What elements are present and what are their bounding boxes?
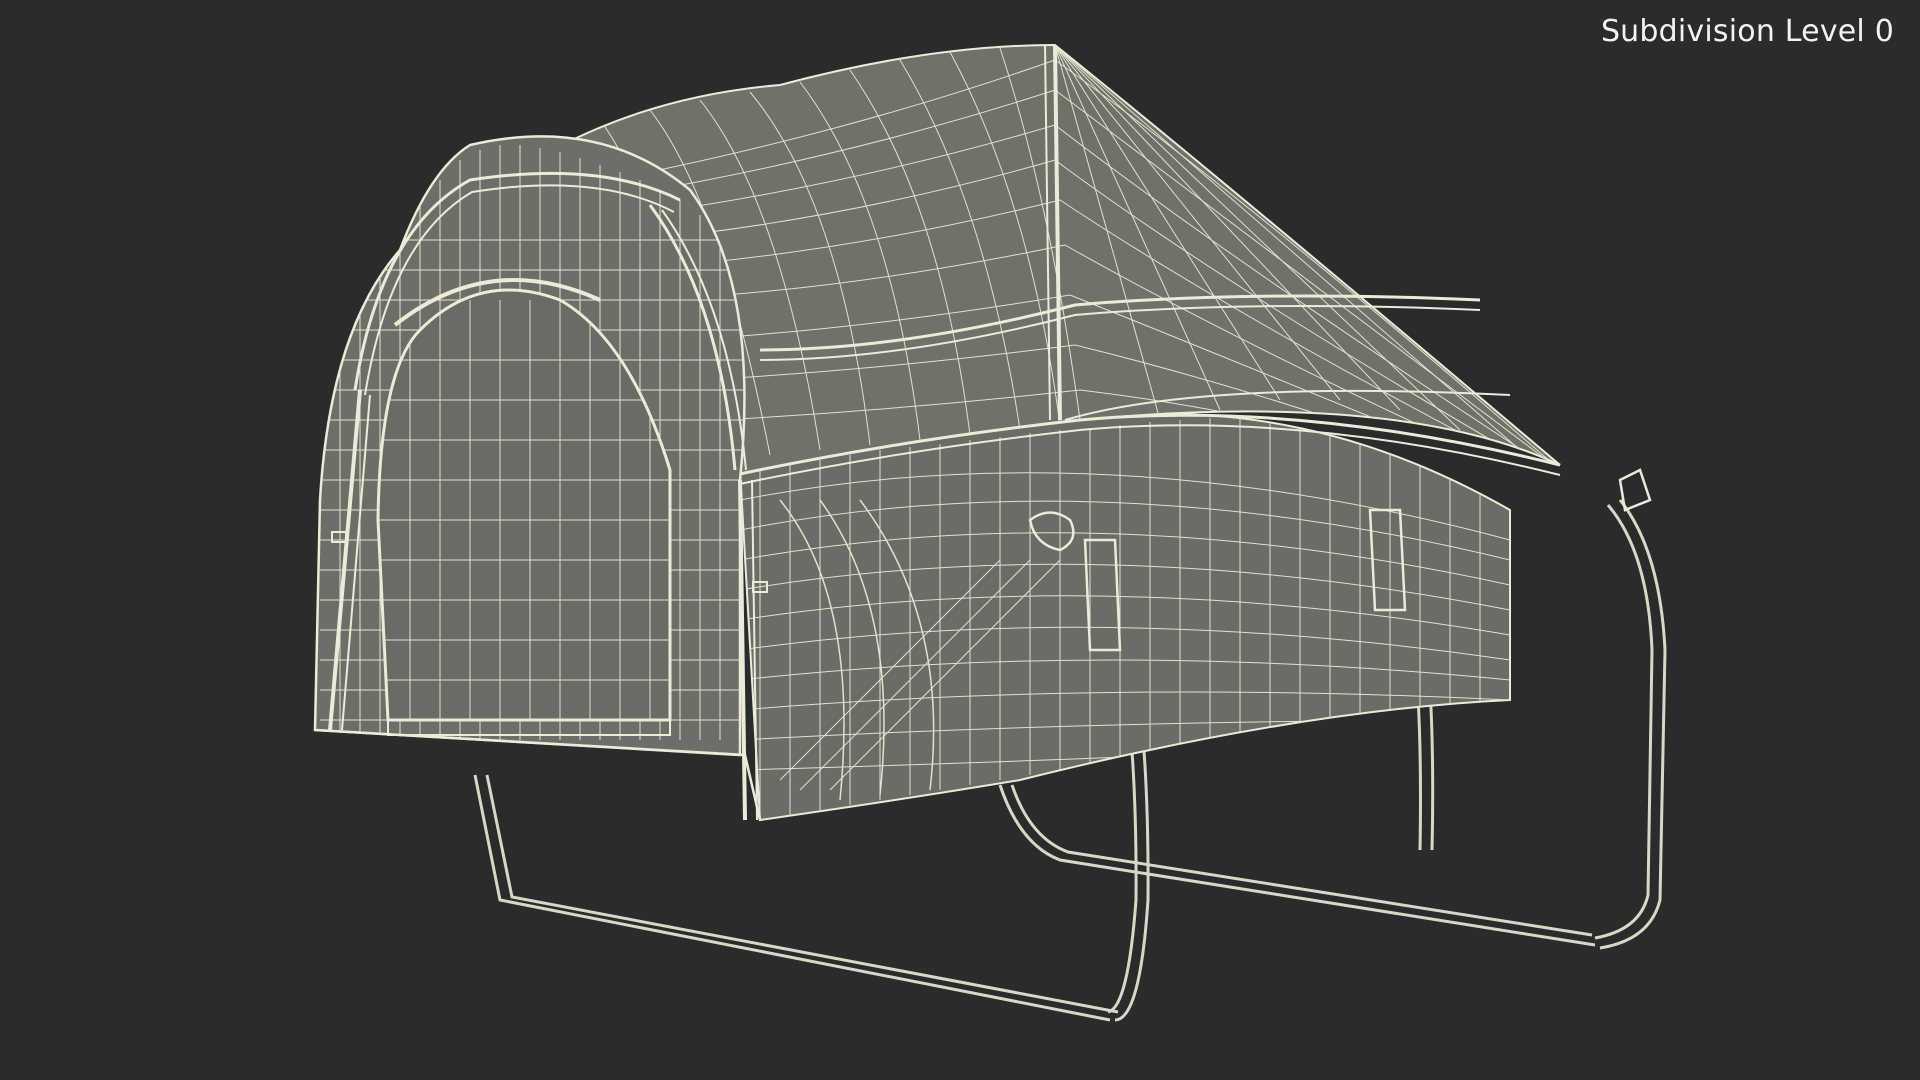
tent-front-arch bbox=[313, 135, 768, 821]
tent-side-wall bbox=[738, 413, 1511, 822]
tent-wireframe-model bbox=[313, 43, 1667, 1022]
render-viewport: Subdivision Level 0 bbox=[0, 0, 1920, 1080]
